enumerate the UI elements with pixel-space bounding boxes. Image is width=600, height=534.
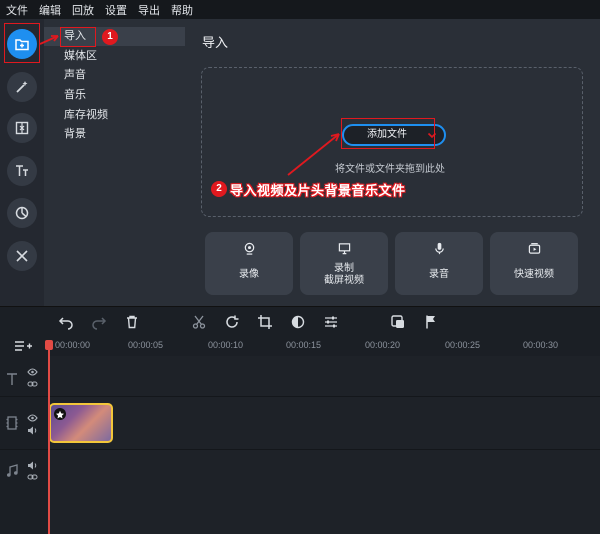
subnav-item-music[interactable]: 音乐	[44, 86, 185, 105]
text-icon	[16, 165, 28, 176]
menu-file[interactable]: 文件	[6, 2, 28, 18]
wrench-screwdriver-icon	[16, 250, 28, 262]
tile-label-quick-video: 快速视频	[514, 269, 554, 280]
clip-properties-icon[interactable]	[323, 314, 339, 330]
record-video-tile[interactable]: 录像	[205, 232, 293, 295]
eye-icon[interactable]	[27, 414, 38, 422]
video-track[interactable]	[48, 397, 600, 449]
undo-icon[interactable]	[58, 314, 74, 330]
tools-tool-button[interactable]	[7, 241, 37, 271]
record-audio-tile[interactable]: 录音	[395, 232, 483, 295]
magic-wand-icon	[16, 81, 28, 93]
music-note-icon	[7, 464, 18, 477]
color-adjust-icon[interactable]	[290, 314, 306, 330]
speaker-icon[interactable]	[27, 461, 38, 470]
text-track[interactable]	[48, 356, 600, 396]
annotation-badge-2: 2	[211, 181, 227, 197]
transition-icon	[15, 121, 29, 135]
screen-record-icon	[338, 243, 351, 255]
microphone-icon	[435, 242, 444, 255]
link-icon[interactable]	[27, 473, 38, 481]
stickers-tool-button[interactable]	[7, 198, 37, 228]
edit-toolbar	[0, 306, 600, 336]
subnav-item-stock-video[interactable]: 库存视频	[44, 106, 185, 125]
capture-tiles: 录像 录制 截屏视频 录音 快速视频	[205, 232, 581, 295]
video-clip[interactable]	[49, 403, 113, 443]
app-window: 文件 编辑 回放 设置 导出 帮助 导入 媒体区 声音 音乐 库存视频 背景 1…	[0, 0, 600, 534]
tick-label: 00:00:30	[523, 340, 559, 350]
tick-label: 00:00:10	[208, 340, 244, 350]
annotation-badge-1: 1	[102, 29, 118, 45]
playhead-handle[interactable]	[45, 340, 53, 350]
tick-label: 00:00:15	[286, 340, 322, 350]
tick-label: 00:00:25	[445, 340, 481, 350]
trash-icon[interactable]	[124, 314, 140, 330]
tick-label: 00:00:05	[128, 340, 164, 350]
link-icon[interactable]	[27, 380, 38, 388]
annotation-note: 导入视频及片头背景音乐文件	[230, 183, 406, 198]
tick-label: 00:00:00	[55, 340, 91, 350]
highlight-box-import	[4, 23, 40, 63]
marker-flag-icon[interactable]	[423, 314, 439, 330]
effects-tool-button[interactable]	[7, 72, 37, 102]
video-track-icon	[6, 416, 18, 430]
crop-icon[interactable]	[257, 314, 273, 330]
menu-playback[interactable]: 回放	[72, 2, 94, 18]
menu-settings[interactable]: 设置	[105, 2, 127, 18]
annotation-arrow-2	[287, 133, 340, 176]
redo-icon[interactable]	[91, 314, 107, 330]
tile-label-screen-capture: 录制 截屏视频	[324, 263, 364, 286]
tile-label-record-audio: 录音	[429, 269, 449, 280]
drop-hint-text: 将文件或文件夹拖到此处	[335, 164, 445, 175]
menu-export[interactable]: 导出	[138, 2, 160, 18]
menu-bar: 文件 编辑 回放 设置 导出 帮助	[0, 0, 600, 19]
track-headers	[0, 356, 48, 534]
highlight-box-add-file	[341, 118, 435, 149]
panel-title: 导入	[202, 35, 229, 50]
tick-label: 00:00:20	[365, 340, 401, 350]
sticker-icon	[15, 206, 29, 220]
menu-help[interactable]: 帮助	[171, 2, 193, 18]
tile-label-record-video: 录像	[239, 269, 259, 280]
subnav-item-media-bin[interactable]: 媒体区	[44, 47, 185, 66]
titles-tool-button[interactable]	[7, 156, 37, 186]
screen-capture-tile[interactable]: 录制 截屏视频	[300, 232, 388, 295]
timeline-ruler[interactable]: 00:00:00 00:00:05 00:00:10 00:00:15 00:0…	[0, 336, 600, 356]
subnav-item-sounds[interactable]: 声音	[44, 66, 185, 85]
subnav-item-backgrounds[interactable]: 背景	[44, 125, 185, 144]
eye-icon[interactable]	[27, 368, 38, 376]
star-icon	[54, 408, 66, 420]
webcam-icon	[244, 242, 255, 255]
quick-video-tile[interactable]: 快速视频	[490, 232, 578, 295]
annotation-arrow-1	[39, 35, 59, 45]
speaker-icon[interactable]	[27, 426, 38, 435]
picture-in-picture-icon[interactable]	[390, 314, 406, 330]
menu-edit[interactable]: 编辑	[39, 2, 61, 18]
transitions-tool-button[interactable]	[7, 113, 37, 143]
import-subnav: 导入 媒体区 声音 音乐 库存视频 背景	[44, 19, 185, 306]
text-track-icon	[7, 373, 17, 385]
audio-track[interactable]	[48, 450, 600, 534]
highlight-box-subnav-import	[60, 27, 96, 47]
playhead[interactable]	[48, 340, 50, 534]
rotate-icon[interactable]	[224, 314, 240, 330]
import-panel: 导入 添加文件 将文件或文件夹拖到此处 录像 录制 截屏视频 录音 快速视频	[185, 19, 600, 306]
scissors-icon[interactable]	[191, 314, 207, 330]
quick-video-icon	[528, 243, 541, 254]
add-track-icon[interactable]	[14, 339, 32, 353]
